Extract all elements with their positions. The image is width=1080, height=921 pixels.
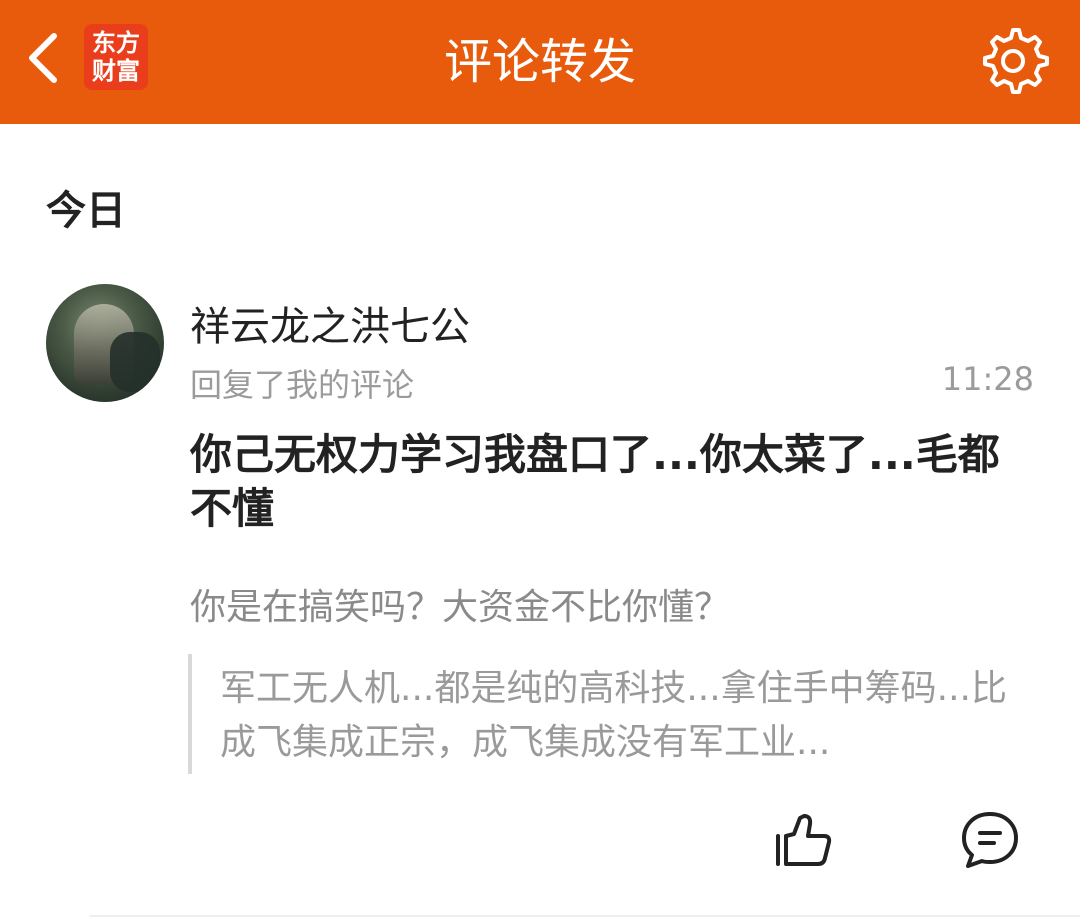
thumbs-up-icon[interactable] [770, 808, 834, 872]
gear-icon[interactable] [976, 24, 1050, 98]
page-title: 评论转发 [443, 34, 636, 90]
avatar-shadow [110, 332, 160, 392]
reply-text[interactable]: 你己无权力学习我盘口了...你太菜了...毛都不懂 [190, 428, 1040, 536]
my-comment-text[interactable]: 你是在搞笑吗？大资金不比你懂？ [190, 578, 730, 630]
notification-time: 11:28 [941, 360, 1034, 398]
top-bar: 东方 财富 评论转发 [0, 0, 1080, 124]
comment-bubble-icon[interactable] [958, 808, 1022, 872]
user-avatar[interactable] [46, 284, 164, 402]
quoted-post[interactable]: 军工无人机...都是纯的高科技...拿住手中筹码...比成飞集成正宗，成飞集成没… [188, 654, 1032, 774]
quoted-post-text: 军工无人机...都是纯的高科技...拿住手中筹码...比成飞集成正宗，成飞集成没… [220, 668, 1007, 763]
section-date-header: 今日 [46, 188, 126, 234]
user-name[interactable]: 祥云龙之洪七公 [190, 294, 470, 352]
list-divider [90, 915, 1080, 917]
notification-action: 回复了我的评论 [190, 366, 415, 404]
